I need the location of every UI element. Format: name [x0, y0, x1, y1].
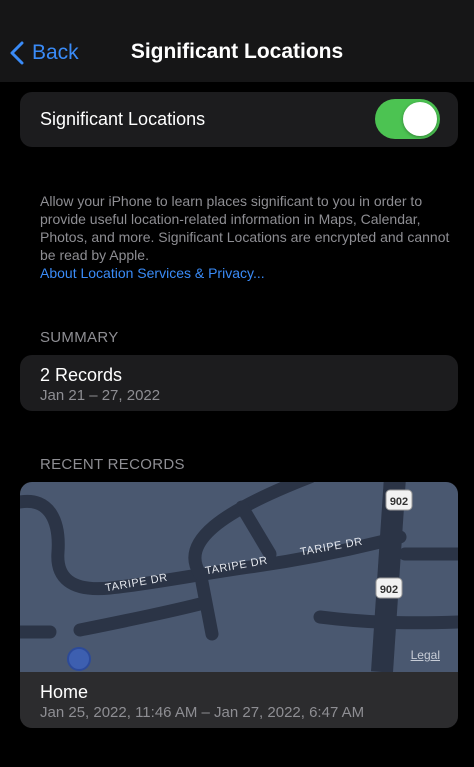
- summary-row[interactable]: 2 Records Jan 21 – 27, 2022: [20, 355, 458, 411]
- record-info: Home Jan 25, 2022, 11:46 AM – Jan 27, 20…: [20, 672, 458, 728]
- recent-records-header: RECENT RECORDS: [40, 456, 185, 473]
- route-shield: 902: [375, 577, 403, 599]
- record-title: Home: [40, 682, 89, 702]
- svg-text:902: 902: [390, 496, 408, 508]
- map-view[interactable]: TARIPE DR TARIPE DR TARIPE DR 902 902 Le…: [20, 482, 458, 672]
- privacy-link[interactable]: About Location Services & Privacy...: [40, 264, 450, 282]
- page-title: Significant Locations: [130, 40, 344, 63]
- road-south-west: [73, 597, 207, 637]
- location-marker-icon[interactable]: [67, 647, 91, 671]
- toggle-knob: [403, 102, 437, 136]
- record-time-range: Jan 25, 2022, 11:46 AM – Jan 27, 2022, 6…: [40, 704, 365, 721]
- summary-title: 2 Records: [40, 365, 123, 385]
- svg-text:902: 902: [380, 584, 398, 596]
- toggle-label: Significant Locations: [40, 109, 206, 129]
- route-shield: 902: [385, 489, 413, 511]
- map-canvas: TARIPE DR TARIPE DR TARIPE DR 902 902: [20, 482, 458, 672]
- summary-date-range: Jan 21 – 27, 2022: [40, 387, 161, 404]
- significant-locations-row: Significant Locations: [20, 92, 458, 147]
- legal-link[interactable]: Legal: [411, 648, 440, 662]
- description-text: Allow your iPhone to learn places signif…: [40, 193, 450, 263]
- road-connector: [235, 500, 277, 561]
- summary-header: SUMMARY: [40, 329, 119, 346]
- recent-record-card[interactable]: TARIPE DR TARIPE DR TARIPE DR 902 902 Le…: [20, 482, 458, 728]
- navigation-bar: Back Significant Locations: [0, 0, 474, 82]
- road-south: [195, 575, 219, 641]
- description-footer: Allow your iPhone to learn places signif…: [40, 192, 450, 282]
- significant-locations-toggle[interactable]: [375, 99, 440, 139]
